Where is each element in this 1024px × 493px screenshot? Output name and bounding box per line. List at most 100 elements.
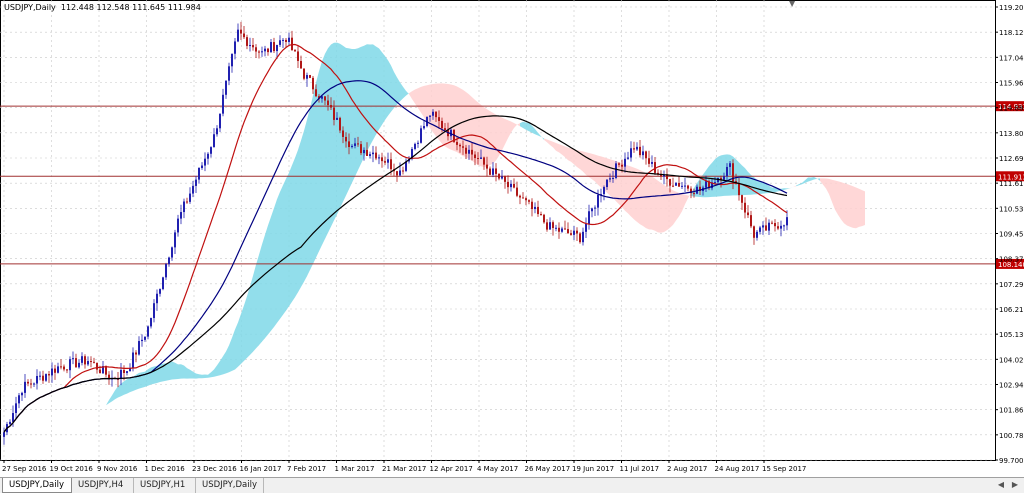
candle-body bbox=[261, 51, 263, 53]
price-label: 107.290 bbox=[999, 281, 1024, 289]
chart-tab-bar: USDJPY,Daily USDJPY,H4 USDJPY,H1 USDJPY,… bbox=[0, 477, 1024, 493]
cloud-segment bbox=[205, 374, 208, 378]
candle-body bbox=[399, 170, 401, 176]
candle-body bbox=[585, 224, 587, 232]
cloud-segment bbox=[415, 88, 418, 109]
candle-body bbox=[177, 218, 179, 233]
candle-body bbox=[525, 198, 527, 201]
candle-body bbox=[78, 362, 80, 368]
cloud-segment bbox=[601, 156, 604, 190]
candle-body bbox=[309, 75, 311, 78]
price-label: 118.120 bbox=[999, 29, 1024, 37]
candle-body bbox=[753, 226, 755, 238]
cloud-segment bbox=[523, 121, 526, 130]
candle-body bbox=[594, 207, 596, 209]
candle-body bbox=[765, 225, 767, 231]
candle-body bbox=[252, 45, 254, 48]
candle-body bbox=[474, 154, 476, 159]
tab-usdjpy-h1[interactable]: USDJPY,H1 bbox=[134, 478, 196, 493]
cloud-segment bbox=[196, 373, 199, 379]
cloud-segment bbox=[418, 86, 421, 113]
cloud-segment bbox=[436, 83, 439, 140]
cloud-segment bbox=[328, 44, 331, 233]
candle-body bbox=[234, 41, 236, 54]
candle-body bbox=[738, 183, 740, 196]
candle-body bbox=[609, 178, 611, 180]
cloud-segment bbox=[688, 193, 691, 199]
candle-body bbox=[144, 336, 146, 340]
tab-usdjpy-daily[interactable]: USDJPY,Daily bbox=[2, 478, 72, 493]
candle-body bbox=[579, 233, 581, 243]
cloud-segment bbox=[805, 177, 808, 183]
cloud-segment bbox=[679, 192, 682, 217]
price-label: 100.780 bbox=[999, 432, 1024, 440]
cloud-segment bbox=[499, 116, 502, 156]
chart-shift-marker-icon[interactable]: ▼ bbox=[789, 0, 795, 8]
cloud-segment bbox=[685, 194, 688, 205]
price-label: 110.530 bbox=[999, 205, 1024, 213]
tab-usdjpy-daily-2[interactable]: USDJPY,Daily bbox=[196, 478, 264, 493]
date-label: 23 Dec 2016 bbox=[192, 465, 237, 473]
price-label: 109.450 bbox=[999, 231, 1024, 239]
cloud-segment bbox=[193, 371, 196, 379]
date-label: 7 Feb 2017 bbox=[287, 465, 326, 473]
cloud-segment bbox=[544, 138, 547, 143]
price-label: 102.940 bbox=[999, 382, 1024, 390]
candle-body bbox=[741, 195, 743, 203]
candle-body bbox=[396, 171, 398, 176]
cloud-segment bbox=[637, 168, 640, 225]
cloud-segment bbox=[757, 179, 760, 195]
cloud-segment bbox=[796, 184, 799, 187]
cloud-segment bbox=[526, 122, 529, 132]
cloud-segment bbox=[322, 53, 325, 246]
candle-body bbox=[279, 40, 281, 45]
candle-body bbox=[327, 100, 329, 106]
candle-body bbox=[303, 68, 305, 79]
candle-body bbox=[786, 217, 788, 226]
candle-body bbox=[42, 375, 44, 381]
cloud-segment bbox=[664, 185, 667, 232]
candle-body bbox=[747, 212, 749, 216]
cloud-segment bbox=[367, 44, 370, 152]
cloud-segment bbox=[325, 48, 328, 239]
cloud-segment bbox=[145, 369, 148, 387]
chart-window[interactable]: 114.931111.913108.140 119.200118.120117.… bbox=[0, 0, 1024, 477]
candle-body bbox=[180, 212, 182, 219]
candle-body bbox=[162, 277, 164, 290]
candle-body bbox=[219, 113, 221, 129]
candle-body bbox=[354, 143, 356, 146]
cloud-segment bbox=[742, 165, 745, 196]
candle-body bbox=[84, 356, 86, 365]
price-label: 104.020 bbox=[999, 356, 1024, 364]
candle-body bbox=[87, 361, 89, 365]
cloud-segment bbox=[178, 364, 181, 379]
candle-body bbox=[423, 126, 425, 129]
date-label: 24 Aug 2017 bbox=[715, 465, 760, 473]
candle-body bbox=[255, 47, 257, 52]
candle-body bbox=[159, 289, 161, 294]
candle-body bbox=[141, 339, 143, 342]
candle-body bbox=[417, 142, 419, 144]
cloud-segment bbox=[211, 369, 214, 378]
candle-body bbox=[783, 225, 785, 227]
cloud-segment bbox=[397, 77, 400, 105]
cloud-segment bbox=[376, 46, 379, 135]
cloud-segment bbox=[673, 190, 676, 225]
candle-body bbox=[486, 164, 488, 169]
tab-usdjpy-h4[interactable]: USDJPY,H4 bbox=[72, 478, 134, 493]
price-chart[interactable]: 114.931111.913108.140 119.200118.120117.… bbox=[0, 0, 1024, 477]
candle-body bbox=[750, 215, 752, 227]
candle-body bbox=[339, 117, 341, 131]
candle-body bbox=[246, 37, 248, 46]
cloud-segment bbox=[295, 149, 298, 298]
tab-scroll-left-icon[interactable]: ◀ bbox=[996, 480, 1006, 490]
candle-body bbox=[324, 96, 326, 101]
candle-body bbox=[33, 383, 35, 385]
candle-body bbox=[66, 369, 68, 371]
candle-body bbox=[60, 366, 62, 368]
candle-body bbox=[642, 151, 644, 156]
cloud-segment bbox=[844, 183, 847, 226]
cloud-segment bbox=[226, 345, 229, 374]
tab-scroll-right-icon[interactable]: ▶ bbox=[1010, 480, 1020, 490]
cloud-segment bbox=[721, 154, 724, 197]
